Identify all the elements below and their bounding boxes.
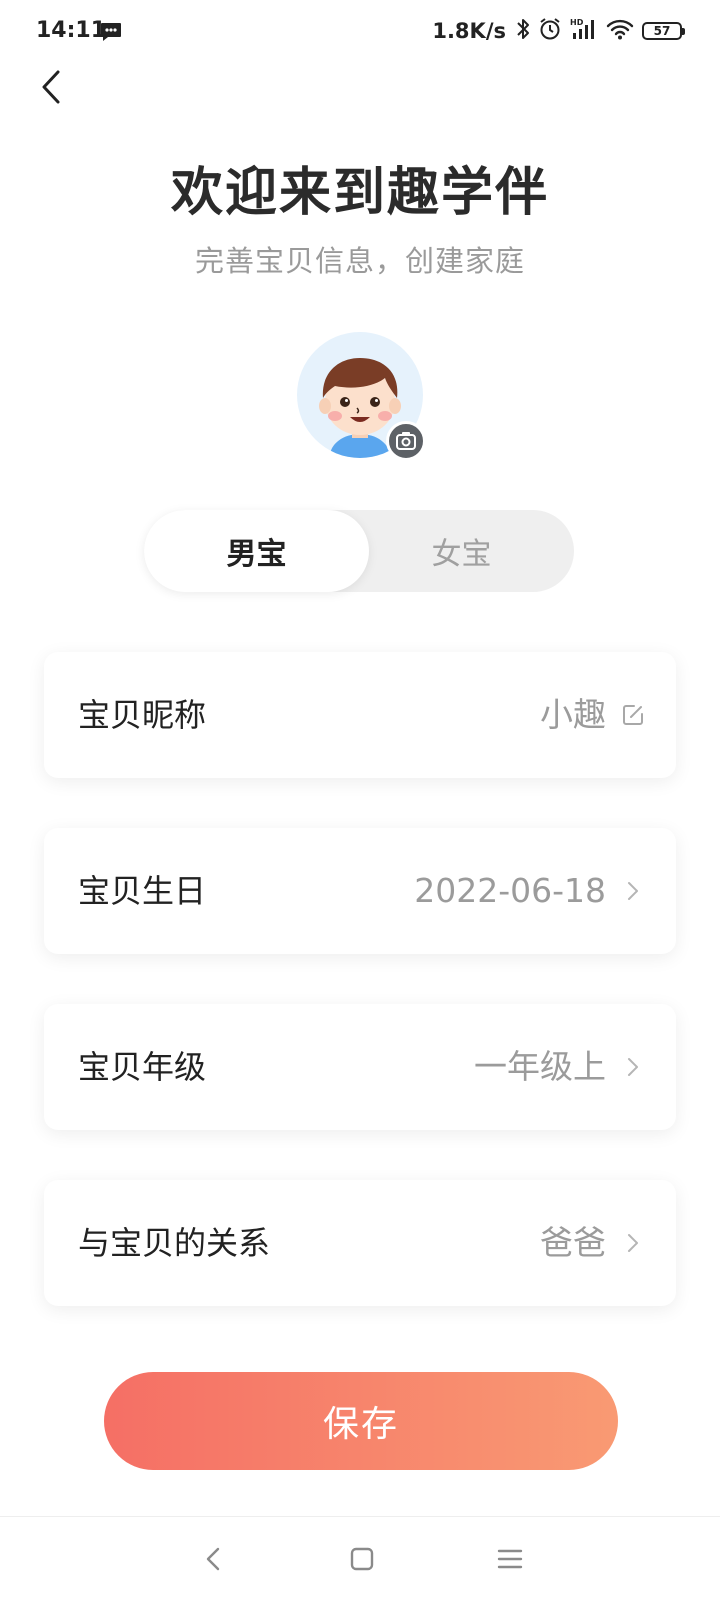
nav-menu-icon bbox=[497, 1549, 523, 1569]
status-time: 14:11 bbox=[36, 18, 107, 43]
change-avatar-button[interactable] bbox=[386, 421, 426, 461]
nav-home-icon bbox=[350, 1547, 374, 1571]
field-label: 与宝贝的关系 bbox=[78, 1224, 271, 1262]
nav-menu-button[interactable] bbox=[490, 1539, 530, 1579]
chevron-right-icon bbox=[628, 882, 638, 900]
field-grade[interactable]: 宝贝年级 一年级上 bbox=[44, 1004, 676, 1130]
field-label: 宝贝昵称 bbox=[78, 696, 207, 734]
nav-back-icon bbox=[206, 1547, 220, 1571]
wifi-icon bbox=[606, 18, 634, 44]
back-button[interactable] bbox=[34, 66, 74, 110]
chevron-left-icon bbox=[42, 70, 60, 104]
gender-toggle: 女宝 男宝 bbox=[144, 510, 574, 592]
network-speed: 1.8K/s bbox=[432, 19, 506, 43]
status-bar: 14:11 1.8K/s HD 57 bbox=[0, 0, 720, 64]
battery-icon: 57 bbox=[642, 22, 685, 40]
svg-text:HD: HD bbox=[570, 18, 584, 27]
page-subtitle: 完善宝贝信息，创建家庭 bbox=[194, 244, 525, 278]
message-icon bbox=[100, 22, 122, 46]
save-button[interactable]: 保存 bbox=[104, 1372, 618, 1470]
field-value: 小趣 bbox=[540, 695, 606, 734]
chevron-right-icon bbox=[628, 1234, 638, 1252]
field-label: 宝贝生日 bbox=[78, 872, 207, 910]
edit-icon[interactable] bbox=[620, 702, 646, 728]
field-nickname[interactable]: 宝贝昵称 小趣 bbox=[44, 652, 676, 778]
nav-home-button[interactable] bbox=[342, 1539, 382, 1579]
field-relationship[interactable]: 与宝贝的关系 爸爸 bbox=[44, 1180, 676, 1306]
bluetooth-icon bbox=[516, 17, 530, 45]
gender-option-male[interactable]: 男宝 bbox=[144, 510, 369, 592]
page-title: 欢迎来到趣学伴 bbox=[170, 163, 549, 223]
system-nav-bar bbox=[0, 1516, 720, 1601]
chevron-right-icon bbox=[628, 1058, 638, 1076]
field-birthday[interactable]: 宝贝生日 2022-06-18 bbox=[44, 828, 676, 954]
nav-back-button[interactable] bbox=[194, 1539, 234, 1579]
field-value: 爸爸 bbox=[540, 1223, 606, 1262]
alarm-icon bbox=[538, 17, 562, 45]
gender-option-female[interactable]: 女宝 bbox=[349, 510, 574, 592]
field-value: 一年级上 bbox=[474, 1047, 606, 1086]
signal-hd-icon: HD bbox=[570, 17, 598, 45]
field-label: 宝贝年级 bbox=[78, 1048, 207, 1086]
camera-icon bbox=[396, 432, 416, 450]
field-value: 2022-06-18 bbox=[414, 871, 606, 910]
